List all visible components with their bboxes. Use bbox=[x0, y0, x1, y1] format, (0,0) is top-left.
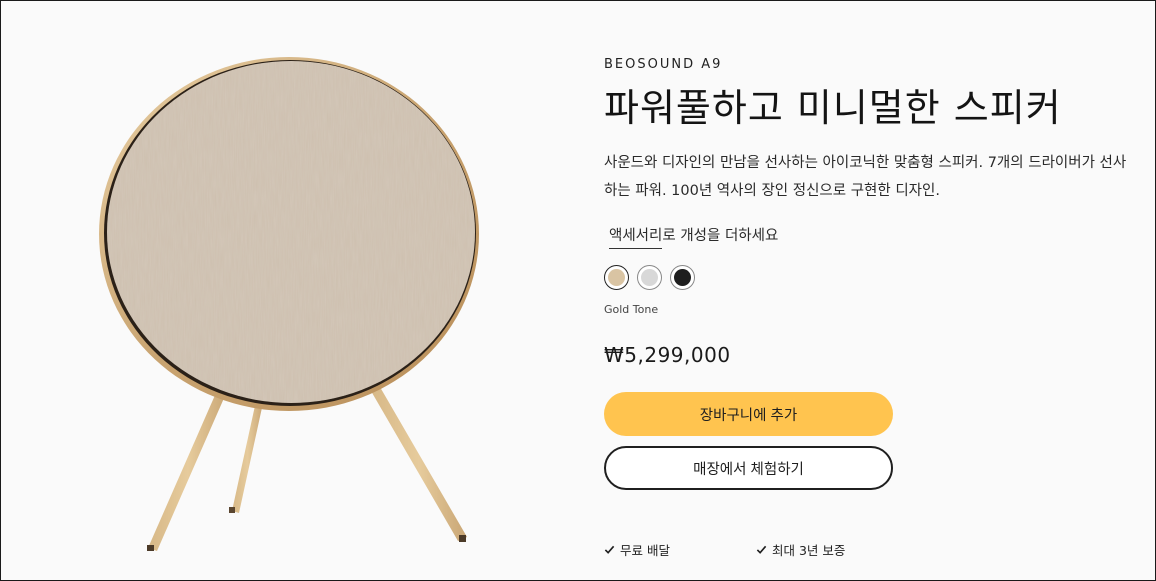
swatch-silver[interactable] bbox=[637, 265, 662, 290]
swatch-dot-silver bbox=[641, 269, 658, 286]
accessory-link-underlined: 액세서리 bbox=[609, 228, 663, 249]
product-title: 파워풀하고 미니멀한 스피커 bbox=[604, 86, 1062, 130]
accessory-link-rest: 로 개성을 더하세요 bbox=[662, 228, 779, 244]
product-image bbox=[99, 57, 479, 551]
check-icon bbox=[604, 545, 615, 554]
product-eyebrow: BEOSOUND A9 bbox=[604, 57, 723, 72]
product-page: BEOSOUND A9 파워풀하고 미니멀한 스피커 사운드와 디자인의 만남을… bbox=[0, 0, 1156, 581]
product-description: 사운드와 디자인의 만남을 선사하는 아이코닉한 맞춤형 스피커. 7개의 드라… bbox=[604, 155, 1127, 199]
swatch-dot-gold bbox=[608, 269, 625, 286]
product-price: ₩5,299,000 bbox=[604, 343, 731, 367]
color-swatches bbox=[604, 265, 1144, 290]
benefit-label: 무료 배달 bbox=[620, 543, 670, 558]
product-info: BEOSOUND A9 파워풀하고 미니멀한 스피커 사운드와 디자인의 만남을… bbox=[604, 57, 1144, 559]
accessory-link[interactable]: 액세서리로 개성을 더하세요 bbox=[609, 224, 779, 249]
benefits-list: 무료 배달 최대 3년 보증 bbox=[604, 540, 1144, 559]
swatch-black[interactable] bbox=[670, 265, 695, 290]
add-to-cart-button[interactable]: 장바구니에 추가 bbox=[604, 392, 893, 436]
benefit-warranty: 최대 3년 보증 bbox=[756, 540, 845, 559]
selected-color-label: Gold Tone bbox=[604, 303, 659, 316]
swatch-gold-tone[interactable] bbox=[604, 265, 629, 290]
benefit-free-delivery: 무료 배달 bbox=[604, 540, 670, 559]
benefit-label: 최대 3년 보증 bbox=[771, 543, 846, 558]
swatch-dot-black bbox=[674, 269, 691, 286]
try-in-store-button[interactable]: 매장에서 체험하기 bbox=[604, 446, 893, 490]
check-icon bbox=[756, 545, 767, 554]
